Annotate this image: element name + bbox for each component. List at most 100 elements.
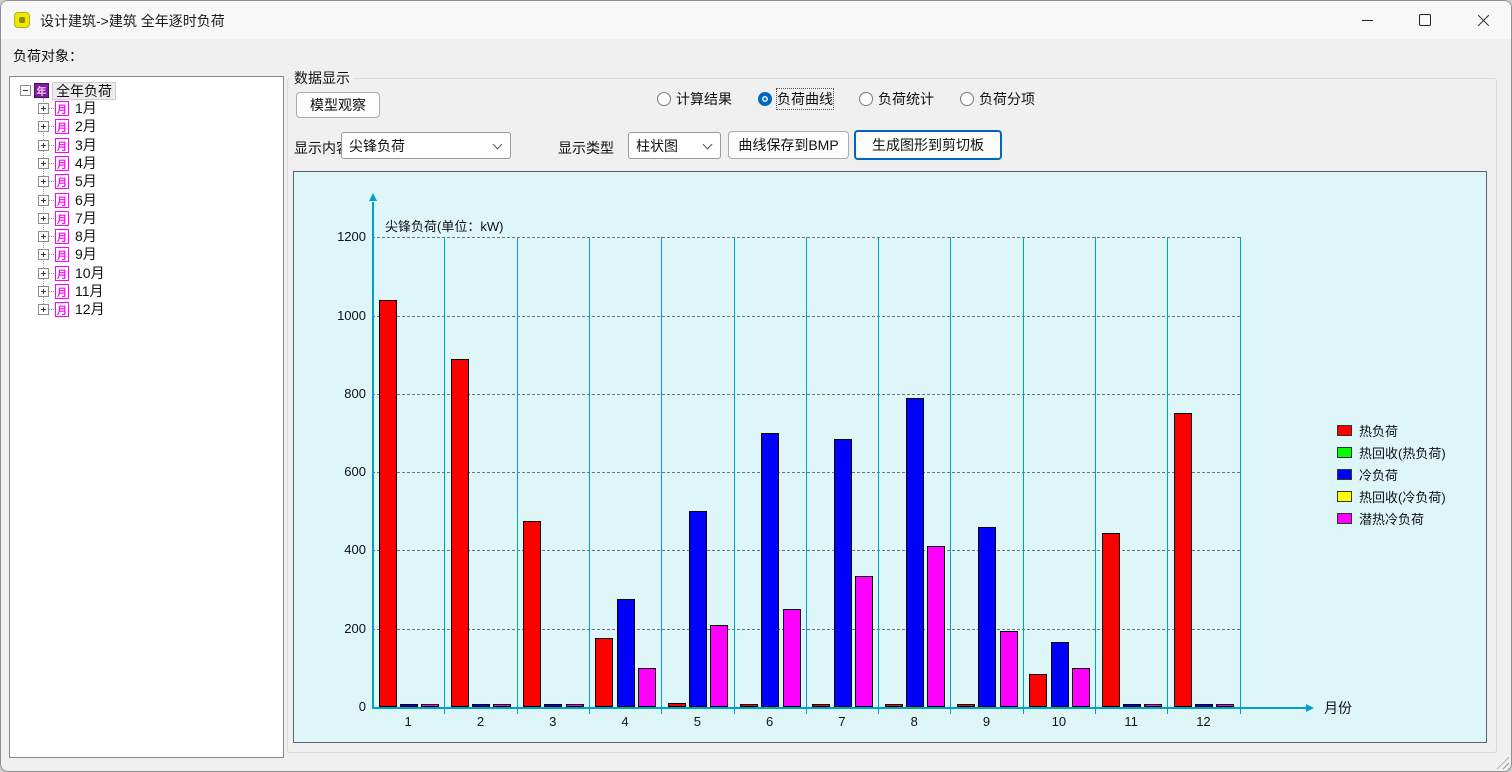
tree-expand-toggle[interactable]: [38, 158, 49, 169]
tree-connector-stub: [49, 145, 54, 146]
content-combobox[interactable]: 尖锋负荷: [341, 132, 511, 159]
tree-expand-toggle[interactable]: [38, 213, 49, 224]
y-axis-tick-label: 600: [314, 464, 366, 479]
plus-icon: [43, 234, 44, 239]
tree-connector-stub: [49, 126, 54, 127]
display-mode-radios: 计算结果 负荷曲线 负荷统计 负荷分项: [657, 89, 1035, 109]
tree-expand-toggle[interactable]: [38, 121, 49, 132]
bar-冷负荷: [761, 433, 779, 707]
tree-expand-toggle[interactable]: [38, 231, 49, 242]
plus-icon: [43, 307, 44, 312]
bar-冷负荷: [1051, 642, 1069, 707]
legend-row: 潜热冷负荷: [1337, 507, 1446, 529]
tree-collapse-toggle[interactable]: [20, 85, 31, 96]
tree-item-label: 9月: [72, 246, 100, 262]
tree-item-label: 7月: [72, 210, 100, 226]
radio-circle-icon: [960, 92, 974, 106]
legend-row: 冷负荷: [1337, 463, 1446, 485]
month-icon: 月: [55, 156, 69, 171]
radio-label: 计算结果: [676, 89, 732, 109]
bar-热负荷: [595, 638, 613, 707]
load-tree-panel[interactable]: 年全年负荷月1月月2月月3月月4月月5月月6月月7月月8月月9月月10月月11月…: [9, 76, 284, 758]
legend-swatch: [1337, 491, 1352, 502]
legend-label: 热回收(冷负荷): [1359, 487, 1446, 506]
x-axis-line: [372, 707, 1306, 709]
y-axis-arrow-icon: [369, 193, 377, 201]
radio-load-breakdown[interactable]: 负荷分项: [960, 89, 1035, 109]
copy-to-clipboard-button[interactable]: 生成图形到剪切板: [854, 130, 1002, 160]
month-separator-line: [589, 237, 590, 714]
bar-潜热冷负荷: [927, 546, 945, 707]
bar-冷负荷: [906, 398, 924, 707]
type-label: 显示类型: [558, 138, 614, 158]
y-axis-tick-label: 200: [314, 621, 366, 636]
save-bmp-button[interactable]: 曲线保存到BMP: [728, 131, 849, 159]
groupbox-label: 数据显示: [290, 68, 354, 88]
tree-expand-toggle[interactable]: [38, 140, 49, 151]
tree-expand-toggle[interactable]: [38, 195, 49, 206]
chevron-down-icon: [493, 140, 503, 150]
tree-item-label: 2月: [72, 118, 100, 134]
month-icon: 月: [55, 211, 69, 226]
x-axis-tick-label: 11: [1095, 714, 1167, 729]
tree-expand-toggle[interactable]: [38, 176, 49, 187]
type-combobox[interactable]: 柱状图: [628, 132, 721, 159]
title-bar: 设计建筑->建筑 全年逐时负荷: [1, 1, 1511, 39]
bar-冷负荷: [1195, 704, 1213, 707]
month-icon: 月: [55, 193, 69, 208]
bar-热负荷: [957, 704, 975, 707]
chart-area: 200400600800100012000尖锋负荷(单位：kW)月份123456…: [293, 171, 1487, 743]
radio-calc-result[interactable]: 计算结果: [657, 89, 732, 109]
bar-热负荷: [1029, 674, 1047, 707]
plus-icon: [43, 143, 44, 148]
bar-潜热冷负荷: [638, 668, 656, 707]
radio-label: 负荷分项: [979, 89, 1035, 109]
tree-expand-toggle[interactable]: [38, 304, 49, 315]
tree-connector-stub: [49, 236, 54, 237]
radio-load-stats[interactable]: 负荷统计: [859, 89, 934, 109]
content-combobox-value: 尖锋负荷: [349, 136, 405, 156]
close-button[interactable]: [1460, 1, 1506, 39]
minimize-button[interactable]: [1344, 1, 1390, 39]
radio-label: 负荷统计: [878, 89, 934, 109]
tree-expand-toggle[interactable]: [38, 268, 49, 279]
radio-load-curve[interactable]: 负荷曲线: [758, 89, 833, 109]
bar-冷负荷: [400, 704, 418, 707]
plus-icon: [43, 161, 44, 166]
chart-legend: 热负荷热回收(热负荷)冷负荷热回收(冷负荷)潜热冷负荷: [1337, 419, 1446, 529]
x-axis-tick-label: 3: [517, 714, 589, 729]
tree-connector-stub: [49, 218, 54, 219]
minimize-icon: [1362, 20, 1373, 21]
tree-expand-toggle[interactable]: [38, 249, 49, 260]
bar-潜热冷负荷: [1144, 704, 1162, 707]
x-axis-tick-label: 6: [734, 714, 806, 729]
app-logo-icon: [14, 12, 30, 28]
tree-connector-stub: [49, 254, 54, 255]
plus-icon: [43, 216, 44, 221]
bar-热负荷: [740, 704, 758, 707]
tree-expand-toggle[interactable]: [38, 103, 49, 114]
resize-grip[interactable]: [1495, 755, 1509, 769]
bar-潜热冷负荷: [783, 609, 801, 707]
tree-expand-toggle[interactable]: [38, 286, 49, 297]
maximize-button[interactable]: [1402, 1, 1448, 39]
month-separator-line: [950, 237, 951, 714]
plus-icon: [43, 198, 44, 203]
x-axis-tick-label: 4: [589, 714, 661, 729]
bar-冷负荷: [472, 704, 490, 707]
legend-swatch: [1337, 447, 1352, 458]
bar-冷负荷: [1123, 704, 1141, 707]
month-separator-line: [878, 237, 879, 714]
tree-connector-stub: [49, 181, 54, 182]
bar-冷负荷: [617, 599, 635, 707]
legend-label: 热负荷: [1359, 421, 1398, 440]
month-icon: 月: [55, 247, 69, 262]
bar-热负荷: [451, 359, 469, 707]
month-separator-line: [806, 237, 807, 714]
tree-item-label: 11月: [72, 283, 107, 299]
tree-connector-stub: [49, 163, 54, 164]
tree-item-label: 6月: [72, 192, 100, 208]
plus-icon: [43, 252, 44, 257]
y-axis-line: [372, 202, 374, 707]
model-view-button[interactable]: 模型观察: [296, 92, 380, 118]
